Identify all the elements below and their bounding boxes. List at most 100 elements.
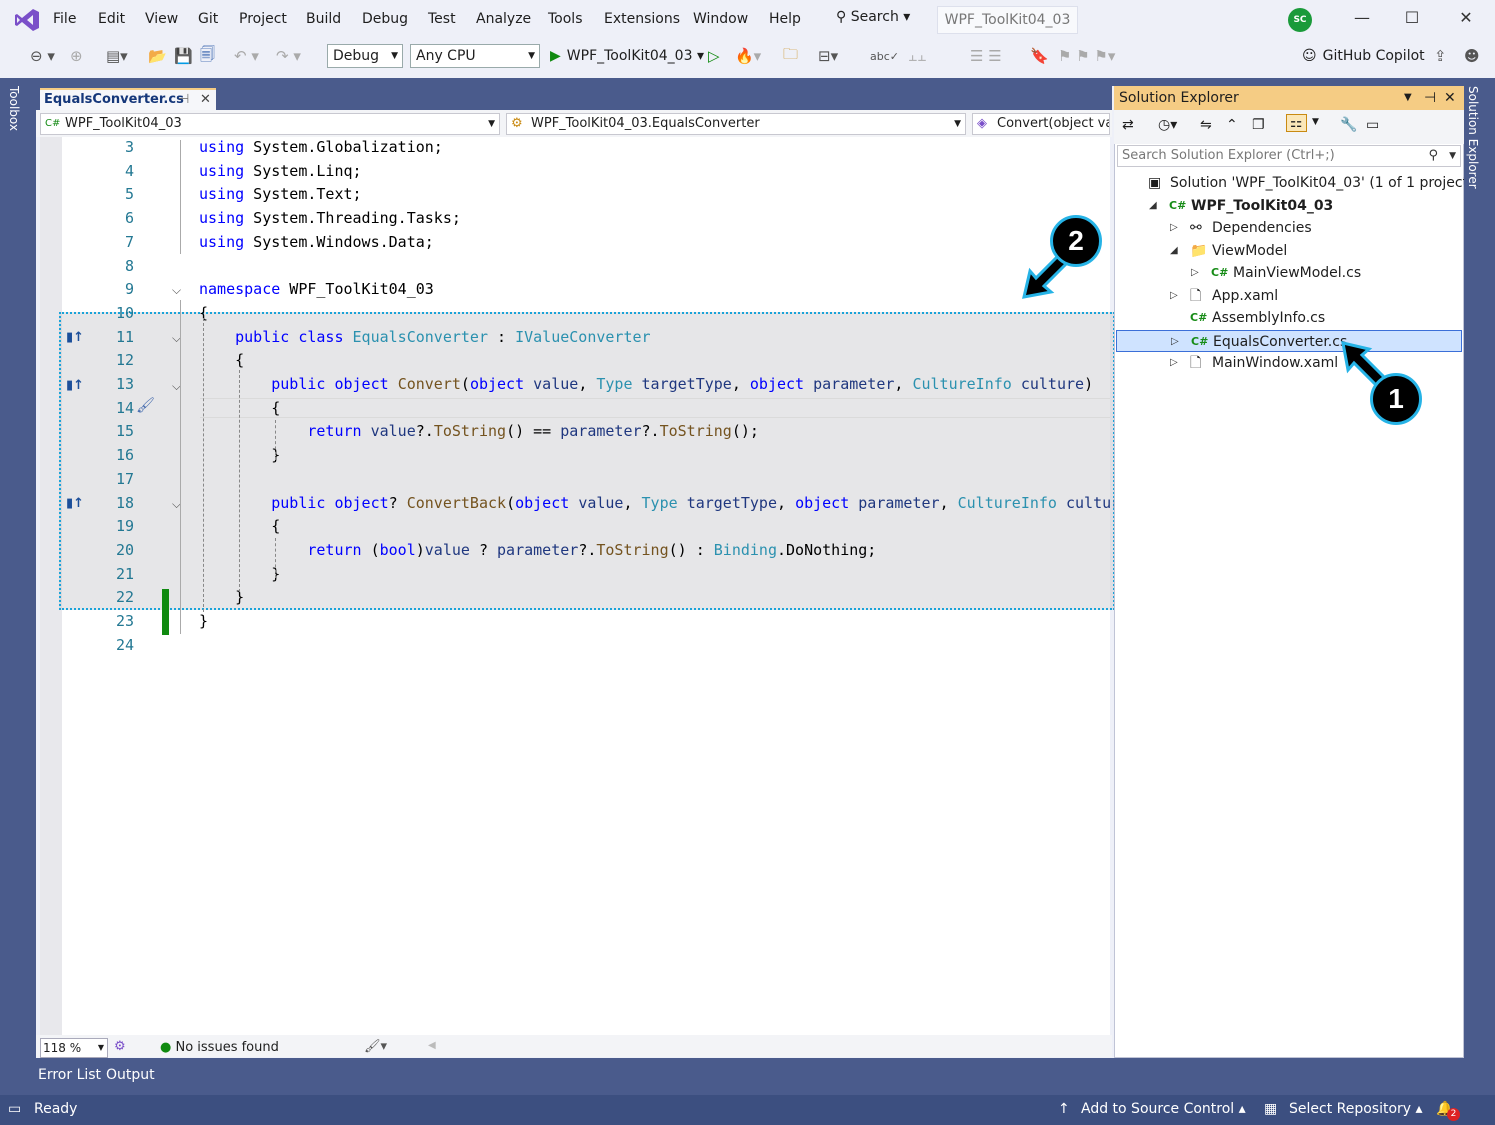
tree-item[interactable]: ▷ C# MainViewModel.cs	[1116, 262, 1462, 284]
menu-test[interactable]: Test	[428, 11, 456, 27]
pin-icon[interactable]: ⊣	[1424, 86, 1436, 110]
open-folder-icon[interactable]: 📂	[148, 45, 167, 67]
code-line[interactable]: return value?.ToString() == parameter?.T…	[199, 422, 759, 440]
add-to-source-control-button[interactable]: Add to Source Control ▴	[1081, 1101, 1246, 1117]
menu-extensions[interactable]: Extensions	[604, 11, 680, 27]
implementation-icon[interactable]: ▮↑	[66, 378, 84, 393]
quick-actions-brush-icon[interactable]: 🖌	[136, 396, 155, 414]
code-line[interactable]: }	[199, 588, 244, 606]
browse-folder-icon[interactable]: 🗀	[783, 45, 798, 67]
collapse-icon[interactable]: ◢	[1149, 195, 1157, 217]
close-icon[interactable]: ✕	[1444, 86, 1456, 110]
undo-icon[interactable]: ↶ ▾	[234, 45, 259, 67]
expand-icon[interactable]: ▷	[1170, 217, 1178, 239]
visual-studio-logo-icon[interactable]	[14, 8, 40, 32]
toolbox-label[interactable]: Toolbox	[7, 86, 21, 131]
implementation-icon[interactable]: ▮↑	[66, 496, 84, 511]
pin-icon[interactable]: ⊣	[178, 90, 189, 110]
minimize-button[interactable]: —	[1350, 8, 1374, 32]
avatar[interactable]: SC	[1288, 8, 1312, 32]
tree-item[interactable]: ▷ 🗋 App.xaml	[1116, 285, 1462, 307]
menu-project[interactable]: Project	[239, 11, 287, 27]
toolbox-strip[interactable]	[0, 78, 36, 1058]
menu-view[interactable]: View	[145, 11, 178, 27]
intellicode-icon[interactable]: ⚙	[114, 1039, 126, 1054]
solution-search-input[interactable]: Search Solution Explorer (Ctrl+;) ⚲ ▼	[1117, 145, 1461, 167]
redo-icon[interactable]: ↷ ▾	[276, 45, 301, 67]
tab-error-list[interactable]: Error List	[38, 1067, 101, 1083]
fold-toggle-icon[interactable]: ⌵	[172, 283, 181, 298]
select-repository-button[interactable]: Select Repository ▴	[1289, 1101, 1423, 1117]
expand-icon[interactable]: ▷	[1191, 262, 1199, 284]
project-nav-select[interactable]: C# WPF_ToolKit04_03 ▼	[40, 113, 500, 135]
feedback-icon[interactable]: ☻	[1464, 45, 1480, 67]
code-line[interactable]: using System.Text;	[199, 185, 362, 203]
preview-icon[interactable]: ▭	[1366, 117, 1379, 133]
menu-analyze[interactable]: Analyze	[476, 11, 531, 27]
menu-window[interactable]: Window	[693, 11, 748, 27]
menu-build[interactable]: Build	[306, 11, 341, 27]
solution-explorer-side-label[interactable]: Solution Explorer	[1466, 86, 1480, 189]
platform-select[interactable]: Any CPU ▼	[410, 44, 540, 68]
tree-item[interactable]: ▷ C# EqualsConverter.cs	[1116, 329, 1462, 353]
code-line[interactable]: {	[199, 351, 244, 369]
search-button[interactable]: ⚲ Search ▾	[836, 9, 910, 25]
code-line[interactable]: public object Convert(object value, Type…	[199, 375, 1093, 393]
show-all-files-icon[interactable]: ❐	[1252, 117, 1265, 133]
save-icon[interactable]: 💾	[174, 45, 193, 67]
chevron-down-icon[interactable]: ▼	[1312, 117, 1319, 127]
layout-icon[interactable]: ⊟▾	[818, 45, 838, 67]
expand-icon[interactable]: ▷	[1171, 331, 1179, 353]
close-window-button[interactable]: ✕	[1454, 8, 1478, 32]
properties-wrench-icon[interactable]: 🔧	[1340, 117, 1357, 133]
forward-icon[interactable]: ⊕	[70, 45, 83, 67]
bookmark-icon[interactable]: 🔖	[1030, 45, 1049, 67]
tab-output[interactable]: Output	[106, 1067, 155, 1083]
code-cleanup-icon[interactable]: 🖌▾	[364, 1039, 387, 1054]
maximize-button[interactable]: ☐	[1400, 8, 1424, 32]
spell-check-icon[interactable]: abc✓	[870, 45, 899, 67]
menu-git[interactable]: Git	[198, 11, 218, 27]
start-debugging-button[interactable]: ▶ WPF_ToolKit04_03 ▾	[550, 45, 704, 67]
chevron-down-icon[interactable]: ▼	[1404, 86, 1412, 110]
tree-item[interactable]: ◢ 📁 ViewModel	[1116, 240, 1462, 262]
menu-help[interactable]: Help	[769, 11, 801, 27]
tree-item[interactable]: ▷ 🗋 MainWindow.xaml	[1116, 352, 1462, 374]
share-icon[interactable]: ⇪	[1434, 45, 1447, 67]
implementation-icon[interactable]: ▮↑	[66, 330, 84, 345]
menu-debug[interactable]: Debug	[362, 11, 408, 27]
pending-changes-icon[interactable]: ◷▾	[1158, 117, 1177, 133]
code-line[interactable]: using System.Globalization;	[199, 138, 443, 156]
collapse-all-icon[interactable]: ⌃	[1226, 117, 1238, 133]
close-icon[interactable]: ✕	[200, 90, 211, 110]
menu-edit[interactable]: Edit	[98, 11, 125, 27]
expand-icon[interactable]: ▷	[1170, 285, 1178, 307]
issues-indicator[interactable]: ● No issues found	[160, 1040, 279, 1055]
editor-tab[interactable]: EqualsConverter.cs ⊣ ✕	[40, 88, 216, 110]
menu-tools[interactable]: Tools	[548, 11, 583, 27]
track-active-icon[interactable]: ⚏	[1286, 114, 1307, 132]
indent-icon[interactable]: ☰ ☰	[970, 45, 1002, 67]
collapse-icon[interactable]: ◢	[1170, 240, 1178, 262]
start-without-debugging-icon[interactable]: ▷	[708, 45, 720, 67]
code-line[interactable]: }	[199, 612, 208, 630]
configuration-select[interactable]: Debug ▼	[327, 44, 403, 68]
save-all-icon[interactable]: 🗐	[200, 45, 215, 67]
code-line[interactable]: namespace WPF_ToolKit04_03	[199, 280, 434, 298]
tree-item[interactable]: ◢ C# WPF_ToolKit04_03	[1116, 195, 1462, 217]
solution-explorer-side-strip[interactable]	[1464, 78, 1495, 1058]
comment-icon[interactable]: ⫠⫠	[908, 45, 926, 67]
back-icon[interactable]: ⊖ ▾	[30, 45, 55, 67]
code-line[interactable]: public class EqualsConverter : IValueCon…	[199, 328, 650, 346]
bookmark-nav-icon[interactable]: ⚑ ⚑ ⚑▾	[1058, 45, 1115, 67]
tree-item[interactable]: ▷ ⚯ Dependencies	[1116, 217, 1462, 239]
menu-file[interactable]: File	[53, 11, 76, 27]
new-item-icon[interactable]: ▤▾	[106, 45, 128, 67]
scroll-left-icon[interactable]: ◀	[428, 1040, 436, 1051]
hot-reload-icon[interactable]: 🔥▾	[735, 45, 761, 67]
expand-icon[interactable]: ▷	[1170, 352, 1178, 374]
solution-name-tab[interactable]: WPF_ToolKit04_03	[937, 6, 1078, 34]
code-line[interactable]: return (bool)value ? parameter?.ToString…	[199, 541, 876, 559]
switch-views-icon[interactable]: ⇄	[1122, 117, 1134, 133]
member-nav-select[interactable]: ◈ Convert(object val	[972, 113, 1110, 135]
